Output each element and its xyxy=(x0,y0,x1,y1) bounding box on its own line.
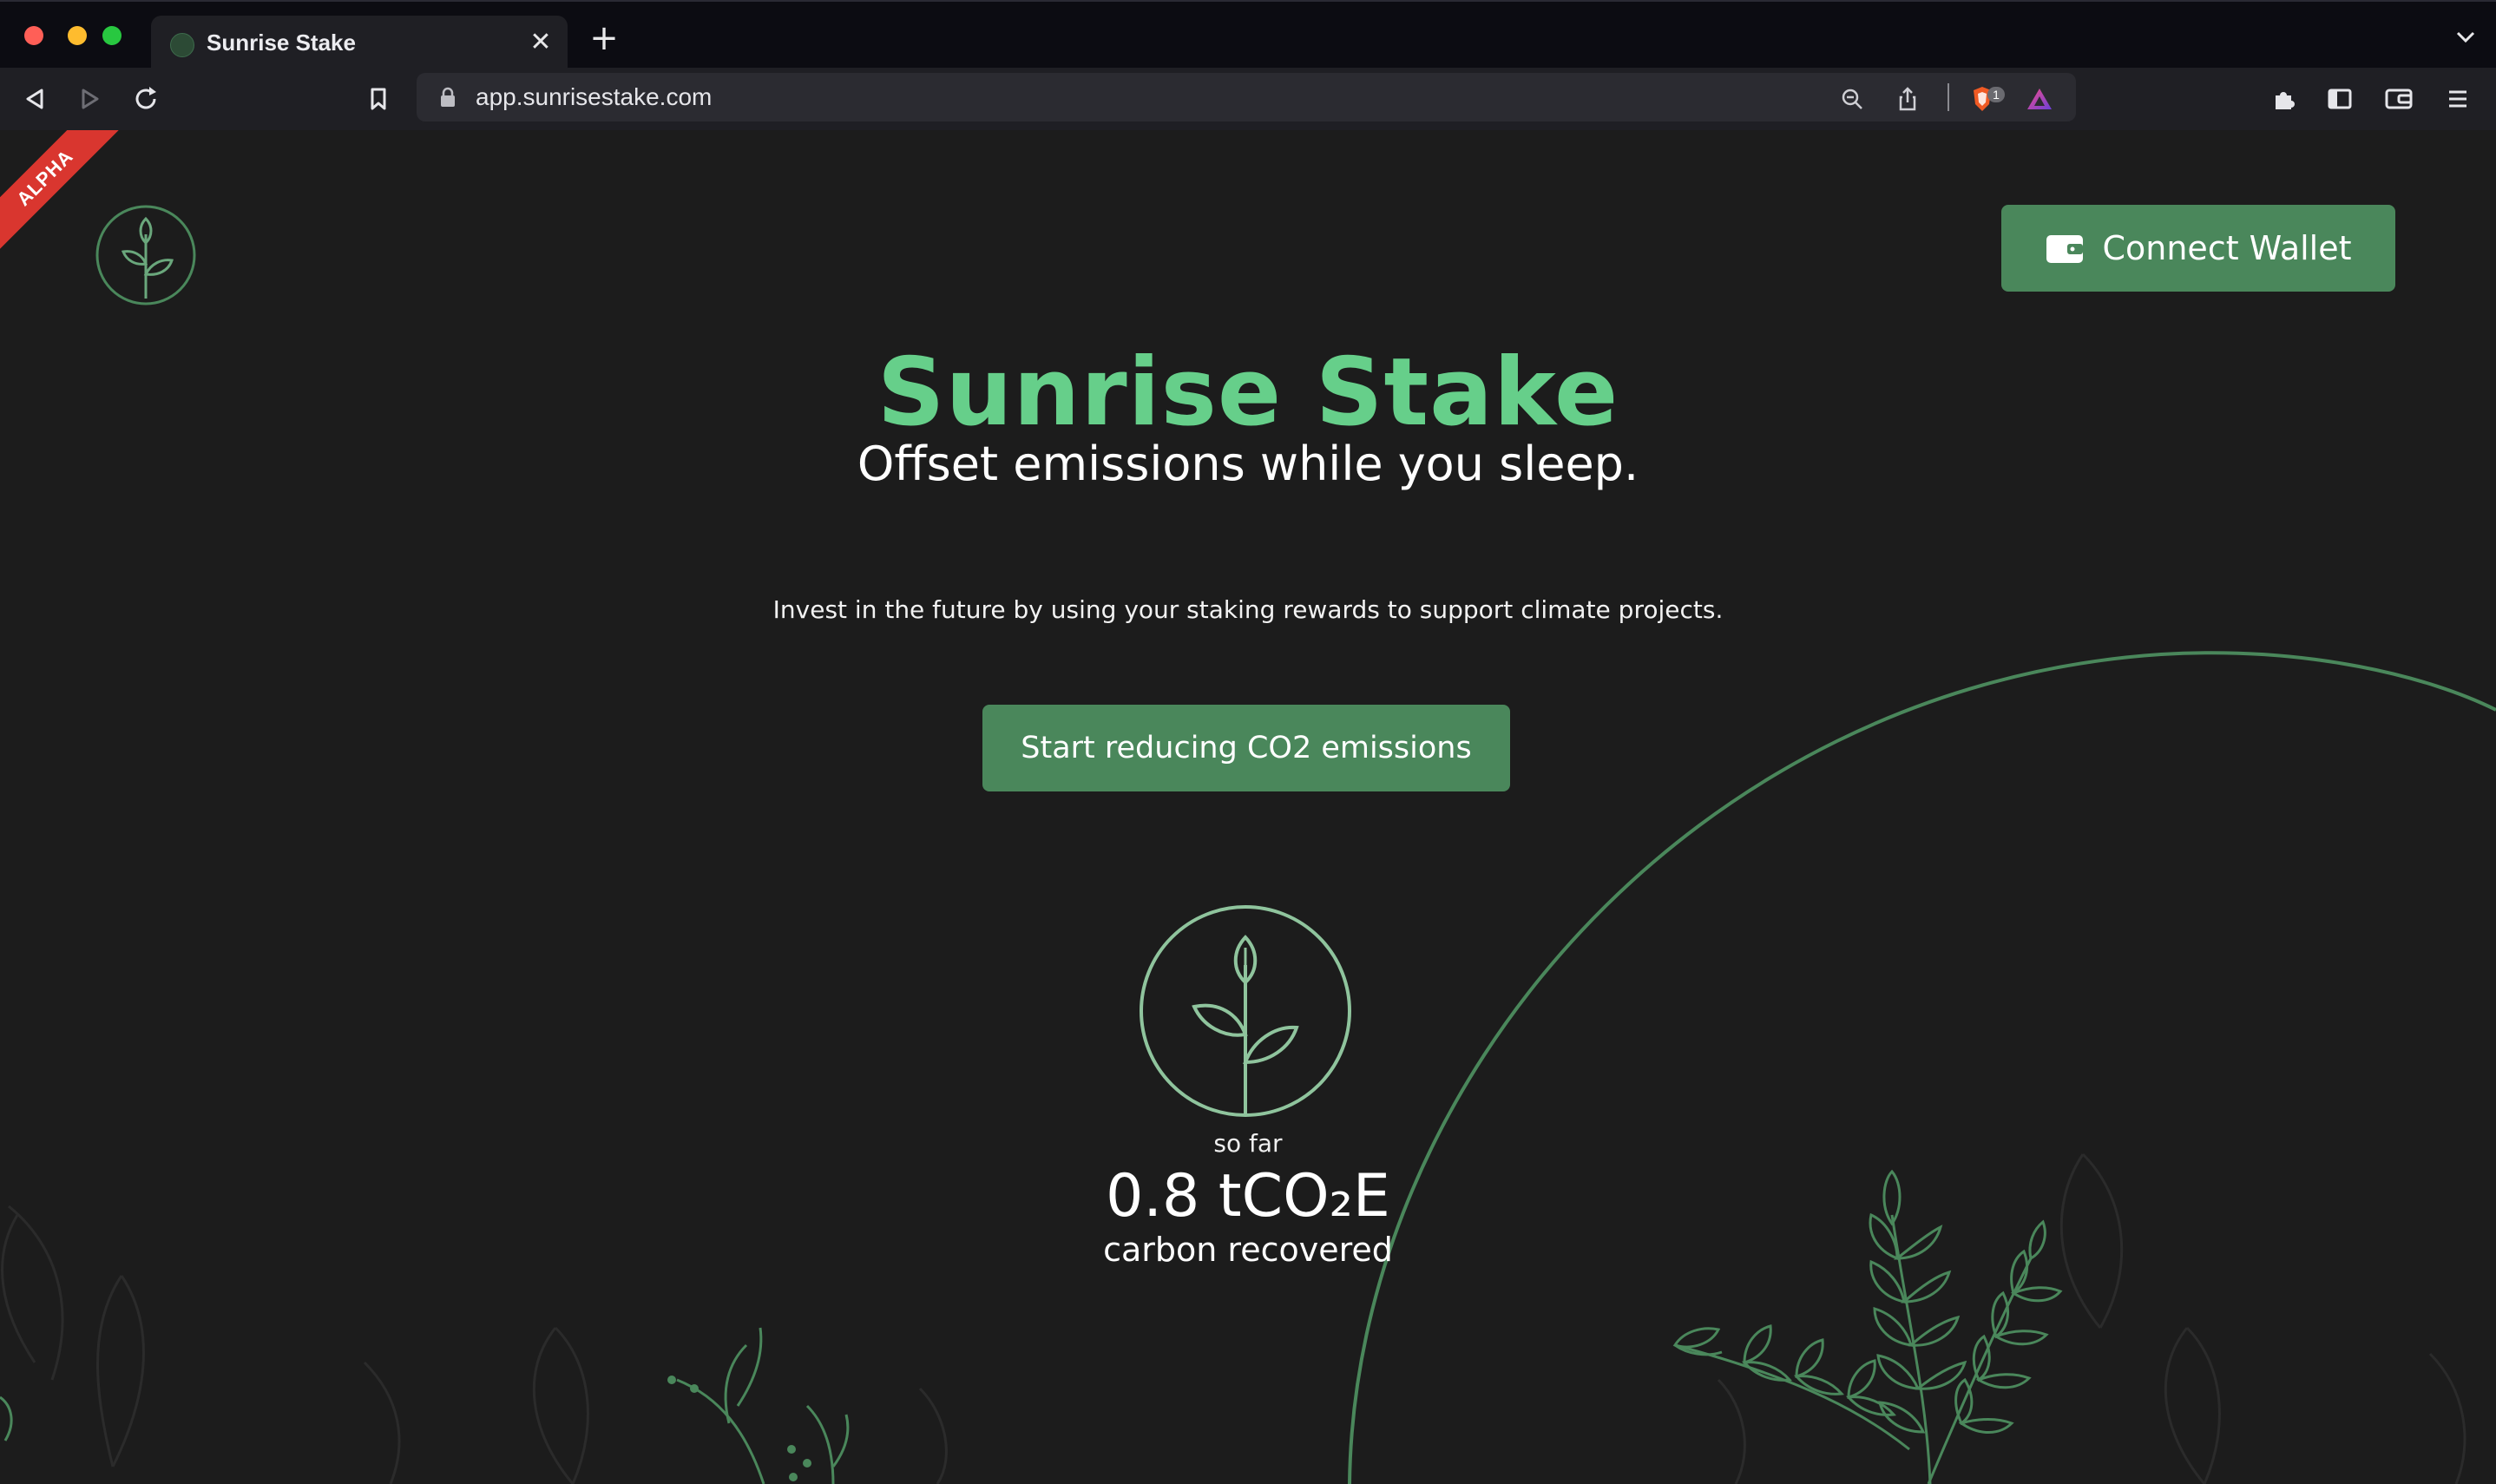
reload-icon[interactable] xyxy=(130,83,161,115)
brave-shield-icon[interactable]: 1 xyxy=(1970,85,2007,113)
start-reducing-button[interactable]: Start reducing CO2 emissions xyxy=(982,705,1510,791)
new-tab-button[interactable]: + xyxy=(587,21,621,56)
brave-rewards-icon[interactable] xyxy=(2026,85,2053,113)
bookmark-icon[interactable] xyxy=(363,83,394,115)
extensions-icon[interactable] xyxy=(2269,83,2300,115)
page-content: ALPHA Connect Wallet Sunrise Stake Offse… xyxy=(0,130,2496,1484)
shield-badge-count: 1 xyxy=(1993,88,2000,102)
tab-favicon-icon xyxy=(170,33,194,57)
connect-wallet-label: Connect Wallet xyxy=(2102,229,2352,267)
back-icon[interactable] xyxy=(19,83,50,115)
hero-description: Invest in the future by using your staki… xyxy=(772,595,1724,624)
stat-prefix: so far xyxy=(1213,1129,1283,1158)
hero-title: Sunrise Stake xyxy=(877,338,1619,447)
browser-tab[interactable]: Sunrise Stake ✕ xyxy=(151,16,568,69)
window-minimize-button[interactable] xyxy=(68,26,87,45)
sprout-logo-icon[interactable] xyxy=(94,203,198,307)
wallet-button-icon xyxy=(2046,235,2084,263)
sidebar-icon[interactable] xyxy=(2324,83,2355,115)
forward-icon[interactable] xyxy=(75,83,106,115)
tab-title: Sunrise Stake xyxy=(207,30,356,56)
stat-suffix: carbon recovered xyxy=(1103,1231,1393,1269)
address-bar[interactable]: app.sunrisestake.com 1 xyxy=(417,73,2076,121)
connect-wallet-button[interactable]: Connect Wallet xyxy=(2001,205,2395,292)
zoom-icon[interactable] xyxy=(1838,85,1866,113)
url-text[interactable]: app.sunrisestake.com xyxy=(476,82,712,113)
window-maximize-button[interactable] xyxy=(102,26,122,45)
wallet-icon[interactable] xyxy=(2383,83,2414,115)
stat-value: 0.8 tCO₂E xyxy=(1106,1162,1390,1231)
tab-list-chevron-icon[interactable] xyxy=(2451,26,2480,47)
tab-close-icon[interactable]: ✕ xyxy=(526,28,555,57)
menu-icon[interactable] xyxy=(2442,83,2473,115)
url-divider xyxy=(1948,83,1949,111)
background-foliage-art xyxy=(0,651,2496,1484)
window-close-button[interactable] xyxy=(24,26,43,45)
share-icon[interactable] xyxy=(1894,85,1921,113)
hero-subtitle: Offset emissions while you sleep. xyxy=(857,437,1639,491)
browser-titlebar: Sunrise Stake ✕ + xyxy=(0,0,2496,69)
lock-icon xyxy=(441,87,455,107)
sprout-icon xyxy=(1140,905,1351,1117)
